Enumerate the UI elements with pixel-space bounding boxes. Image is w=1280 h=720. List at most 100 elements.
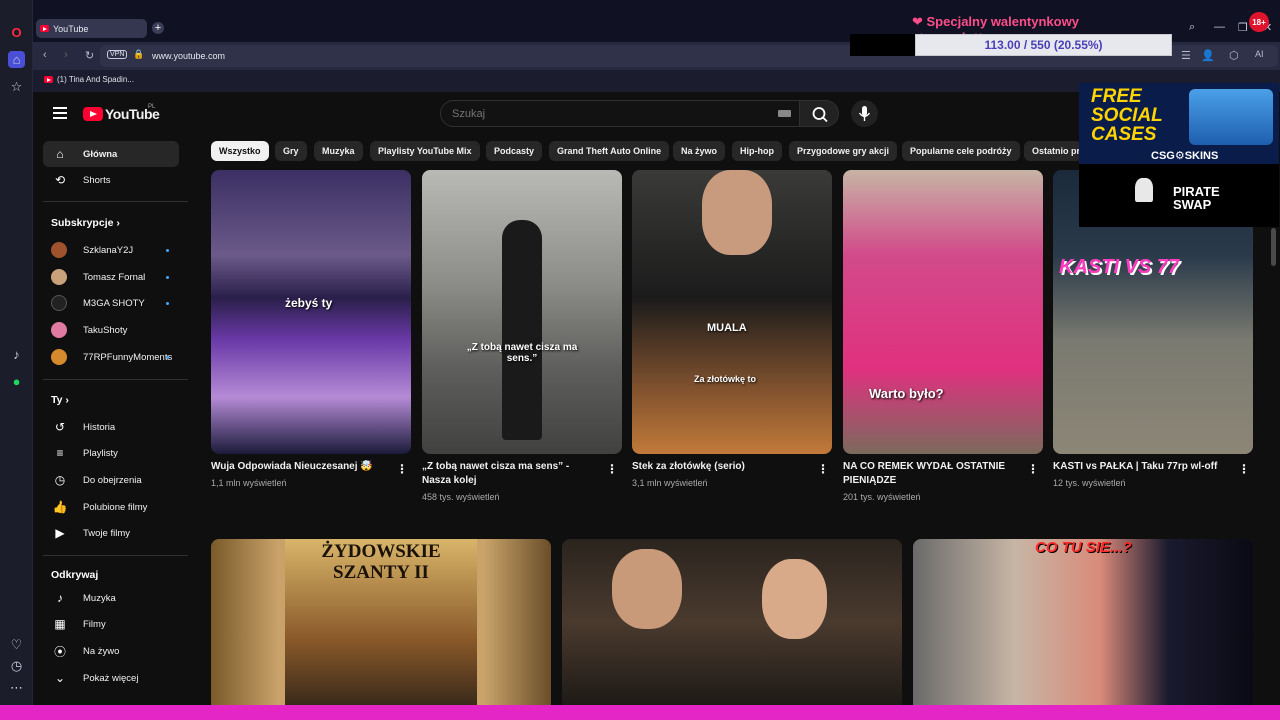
sidebar-item-label: Pokaż więcej bbox=[83, 672, 139, 684]
voice-search-button[interactable] bbox=[851, 100, 878, 127]
tab-youtube[interactable]: YouTube bbox=[36, 19, 147, 38]
chip[interactable]: Playlisty YouTube Mix bbox=[370, 141, 480, 161]
heart-icon[interactable]: ♡ bbox=[8, 636, 25, 653]
chip[interactable]: Gry bbox=[275, 141, 307, 161]
video-more-icon[interactable]: ⋮ bbox=[817, 462, 829, 476]
video-title[interactable]: Wuja Odpowiada Nieuczesanej 🤯 bbox=[211, 460, 391, 474]
avatar bbox=[51, 322, 67, 338]
search-button[interactable] bbox=[799, 100, 839, 127]
tiktok-icon[interactable]: ♪ bbox=[8, 346, 25, 363]
sidebar-item-label: 77RPFunnyMoments bbox=[83, 351, 173, 363]
bookmark-item[interactable]: (1) Tina And Spadin... bbox=[44, 75, 134, 84]
chip[interactable]: Na żywo bbox=[673, 141, 726, 161]
chip[interactable]: Popularne cele podróży bbox=[902, 141, 1020, 161]
video-more-icon[interactable]: ⋮ bbox=[606, 462, 618, 476]
sidebar-item-sub[interactable]: TakuShoty bbox=[43, 317, 179, 343]
url-text[interactable]: www.youtube.com bbox=[152, 51, 225, 61]
chip[interactable]: Ostatnio pr bbox=[1024, 141, 1082, 161]
chip[interactable]: Hip-hop bbox=[732, 141, 782, 161]
home-icon[interactable]: ⌂ bbox=[8, 51, 25, 68]
minimize-icon[interactable]: — bbox=[1214, 21, 1225, 33]
sidebar-item-label: M3GA SHOTY bbox=[83, 297, 145, 309]
keyboard-icon[interactable] bbox=[778, 110, 791, 117]
video-thumbnail[interactable]: Warto było? bbox=[843, 170, 1043, 454]
sidebar-item-label: Historia bbox=[83, 421, 116, 433]
you-heading[interactable]: Ty › bbox=[51, 394, 69, 406]
search-tabs-icon[interactable]: ⌕ bbox=[1189, 21, 1195, 34]
video-thumbnail[interactable]: CO TU SIE...? bbox=[913, 539, 1253, 705]
back-icon[interactable]: ‹ bbox=[43, 49, 47, 61]
chip[interactable]: Przygodowe gry akcji bbox=[789, 141, 898, 161]
star-icon[interactable]: ☆ bbox=[8, 78, 25, 95]
video-more-icon[interactable]: ⋮ bbox=[1238, 462, 1250, 476]
maximize-icon[interactable]: ❐ bbox=[1238, 21, 1248, 34]
vpn-badge[interactable]: VPN bbox=[107, 50, 128, 59]
new-tab-button[interactable]: + bbox=[152, 22, 164, 34]
ad-text: CASES bbox=[1091, 124, 1157, 145]
sidebar-item-show-more[interactable]: ⌄ Pokaż więcej bbox=[43, 665, 179, 691]
sidebar-divider bbox=[43, 555, 188, 556]
video-thumbnail[interactable]: „Z tobą nawet cisza ma sens.” bbox=[422, 170, 622, 454]
sidebar-item-liked[interactable]: 👍 Polubione filmy bbox=[43, 494, 179, 520]
video-title[interactable]: KASTI vs PAŁKA | Taku 77rp wl-off bbox=[1053, 460, 1233, 474]
case-image bbox=[1189, 89, 1273, 145]
pirateswap-ad: PIRATE SWAP bbox=[1079, 164, 1279, 227]
sidebar-item-your-videos[interactable]: ▶ Twoje filmy bbox=[43, 520, 179, 546]
easy-setup-icon[interactable]: ☰ bbox=[1181, 49, 1191, 62]
sidebar-item-films[interactable]: ▦ Filmy bbox=[43, 611, 179, 637]
sidebar-item-sub[interactable]: 77RPFunnyMoments bbox=[43, 344, 179, 370]
sidebar-item-sub[interactable]: M3GA SHOTY bbox=[43, 290, 179, 316]
history-icon: ↺ bbox=[54, 420, 66, 434]
video-title[interactable]: NA CO REMEK WYDAŁ OSTATNIE PIENIĄDZE bbox=[843, 460, 1023, 488]
video-title[interactable]: „Z tobą nawet cisza ma sens” - Nasza kole… bbox=[422, 460, 602, 488]
menu-icon[interactable] bbox=[53, 107, 67, 119]
sidebar-item-watch-later[interactable]: ◷ Do obejrzenia bbox=[43, 467, 179, 493]
like-icon: 👍 bbox=[52, 500, 68, 514]
video-title[interactable]: Stek za złotówkę (serio) bbox=[632, 460, 812, 474]
search-input[interactable] bbox=[452, 107, 752, 120]
chip[interactable]: Muzyka bbox=[314, 141, 363, 161]
chip-all[interactable]: Wszystko bbox=[211, 141, 269, 161]
sidebar-item-playlists[interactable]: ≡ Playlisty bbox=[43, 440, 179, 466]
chip[interactable]: Podcasty bbox=[486, 141, 543, 161]
profile-icon[interactable]: 👤 bbox=[1201, 49, 1215, 62]
extensions-icon[interactable]: ⬡ bbox=[1229, 49, 1239, 62]
video-thumbnail[interactable]: żebyś ty bbox=[211, 170, 411, 454]
age-rating-badge: 18+ bbox=[1249, 12, 1269, 32]
video-thumbnail[interactable]: ŻYDOWSKIE SZANTY II bbox=[211, 539, 551, 705]
opera-logo-icon[interactable]: O bbox=[8, 24, 25, 41]
video-thumbnail[interactable]: MUALA Za złotówkę to bbox=[632, 170, 832, 454]
thumbnail-caption: ŻYDOWSKIE SZANTY II bbox=[321, 541, 441, 583]
video-more-icon[interactable]: ⋮ bbox=[396, 462, 408, 476]
chip[interactable]: Grand Theft Auto Online bbox=[549, 141, 670, 161]
search-box[interactable] bbox=[440, 100, 800, 127]
sidebar-item-label: Playlisty bbox=[83, 447, 118, 459]
reload-icon[interactable]: ↻ bbox=[85, 49, 94, 62]
shorts-icon: ⟲ bbox=[54, 173, 66, 187]
sidebar-item-home[interactable]: ⌂ Główna bbox=[43, 141, 179, 167]
clock-icon[interactable]: ◷ bbox=[8, 657, 25, 674]
sidebar-item-live[interactable]: ⦿ Na żywo bbox=[43, 638, 179, 664]
sidebar-item-sub[interactable]: SzklanaY2J bbox=[43, 237, 179, 263]
sidebar-item-music[interactable]: ♪ Muzyka bbox=[43, 585, 179, 611]
more-icon[interactable]: ⋯ bbox=[8, 679, 25, 696]
ad-text: FREE bbox=[1091, 86, 1142, 107]
bookmark-label: (1) Tina And Spadin... bbox=[57, 75, 134, 84]
sidebar-item-sub[interactable]: Tomasz Fornal bbox=[43, 264, 179, 290]
spotify-icon[interactable]: ● bbox=[8, 373, 25, 390]
you-title: Ty bbox=[51, 394, 63, 406]
forward-icon[interactable]: › bbox=[64, 49, 68, 61]
video-thumbnail[interactable] bbox=[562, 539, 902, 705]
sidebar-item-shorts[interactable]: ⟲ Shorts bbox=[43, 167, 179, 193]
lock-icon[interactable]: 🔒 bbox=[133, 49, 144, 60]
sidebar-item-label: Do obejrzenia bbox=[83, 474, 142, 486]
video-more-icon[interactable]: ⋮ bbox=[1027, 462, 1039, 476]
scrollbar[interactable] bbox=[1271, 228, 1276, 266]
sidebar-item-label: Shorts bbox=[83, 174, 111, 186]
opera-sidebar: O ⌂ ☆ ♪ ● ♡ ◷ ⋯ bbox=[0, 0, 33, 705]
aria-ai-button[interactable]: AI bbox=[1255, 49, 1264, 59]
sidebar-item-label: TakuShoty bbox=[83, 324, 128, 336]
new-content-dot bbox=[166, 355, 169, 359]
sidebar-item-history[interactable]: ↺ Historia bbox=[43, 414, 179, 440]
subscriptions-heading[interactable]: Subskrypcje › bbox=[51, 217, 120, 229]
